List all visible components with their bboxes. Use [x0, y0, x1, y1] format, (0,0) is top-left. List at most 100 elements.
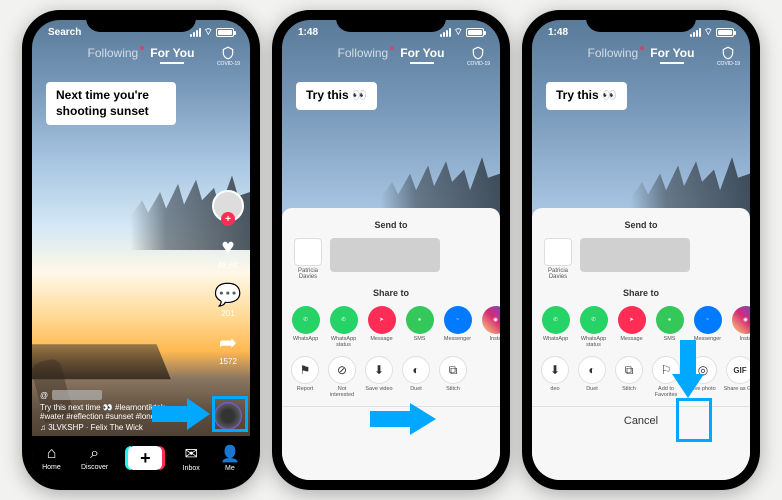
signal-icon [440, 28, 451, 37]
share-message[interactable]: ➤Message [364, 306, 399, 348]
share-whatsapp-status[interactable]: ✆WhatsApp status [576, 306, 611, 348]
phone-frame-3: 1:48 ⌔ Following For You COVID-19 Try th… [522, 10, 760, 490]
share-sheet: Send to Patricia Davies Share to ✆WhatsA… [282, 208, 500, 480]
share-icon: ➦ [219, 330, 237, 356]
video-screen[interactable]: 1:48 ⌔ Following For You COVID-19 Try th… [282, 20, 500, 480]
stitch-icon: ⧉ [615, 356, 643, 384]
whatsapp-icon: ✆ [292, 306, 320, 334]
phone-frame-2: 1:48 ⌔ Following For You COVID-19 Try th… [272, 10, 510, 490]
time: 1:48 [548, 27, 568, 38]
share-message[interactable]: ➤Message [614, 306, 649, 348]
save video-icon: ⬇ [365, 356, 393, 384]
share-whatsapp[interactable]: ✆WhatsApp [288, 306, 323, 348]
message-icon: ➤ [618, 306, 646, 334]
action-deo[interactable]: ⬇deo [538, 356, 572, 398]
report-icon: ⚑ [291, 356, 319, 384]
nav-home[interactable]: ⌂Home [42, 445, 61, 471]
share-messenger[interactable]: ~Messenger [440, 306, 475, 348]
share-insta[interactable]: ◉Insta [478, 306, 500, 348]
comment-button[interactable]: 💬201 [214, 282, 241, 318]
covid-badge[interactable]: COVID-19 [717, 46, 740, 67]
share-button[interactable]: ➦1572 [219, 330, 237, 366]
like-button[interactable]: ♥48,6K [218, 234, 239, 270]
share-whatsapp[interactable]: ✆WhatsApp [538, 306, 573, 348]
livephoto-highlight-box [676, 398, 712, 442]
caption-overlay: Try this 👀 [296, 82, 377, 110]
back-search[interactable]: Search [48, 27, 81, 38]
username-blur [52, 390, 102, 400]
time: 1:48 [298, 27, 318, 38]
contacts-blur [580, 238, 690, 272]
insta-icon: ◉ [732, 306, 751, 334]
action-report[interactable]: ⚑Report [288, 356, 322, 398]
message-icon: ➤ [368, 306, 396, 334]
at-sign: @ [40, 391, 48, 400]
contact-item[interactable]: Patricia Davies [542, 238, 574, 280]
arrow-annotation-3 [670, 340, 706, 400]
share-apps-row: ✆WhatsApp✆WhatsApp status➤Message●SMS~Me… [282, 302, 500, 352]
wifi-icon: ⌔ [204, 26, 213, 39]
contact-avatar [544, 238, 572, 266]
nav-discover[interactable]: ⌕Discover [81, 445, 108, 471]
not interested-icon: ⊘ [328, 356, 356, 384]
tab-following[interactable]: Following [588, 46, 639, 60]
video-screen[interactable]: Search ⌔ Following For You COVID-19 Next… [32, 20, 250, 480]
create-button[interactable]: + [128, 446, 162, 470]
battery-icon [716, 28, 734, 37]
tab-foryou[interactable]: For You [650, 46, 694, 60]
bottom-nav: ⌂Home ⌕Discover + ✉Inbox 👤Me [32, 436, 250, 480]
action-save-video[interactable]: ⬇Save video [362, 356, 396, 398]
action-stitch[interactable]: ⧉Stitch [612, 356, 646, 398]
share-insta[interactable]: ◉Insta [728, 306, 750, 348]
arrow-annotation-2 [370, 402, 438, 436]
send-to-title: Send to [532, 220, 750, 230]
action-not-interested[interactable]: ⊘Not interested [325, 356, 359, 398]
heart-icon: ♥ [218, 234, 239, 260]
profile-icon: 👤 [220, 444, 240, 464]
tab-following[interactable]: Following [88, 46, 139, 60]
wifi-icon: ⌔ [704, 26, 713, 39]
actions-row: ⚑Report⊘Not interested⬇Save video◐Duet⧉S… [282, 352, 500, 402]
whatsapp-icon: ✆ [542, 306, 570, 334]
duet-icon: ◐ [578, 356, 606, 384]
action-stitch[interactable]: ⧉Stitch [436, 356, 470, 398]
share-whatsapp-status[interactable]: ✆WhatsApp status [326, 306, 361, 348]
comment-icon: 💬 [214, 282, 241, 308]
signal-icon [690, 28, 701, 37]
home-icon: ⌂ [42, 445, 61, 463]
video-screen[interactable]: 1:48 ⌔ Following For You COVID-19 Try th… [532, 20, 750, 480]
actions-row: ⬇deo◐Duet⧉Stitch⚐Add to Favorites◎Live p… [532, 352, 750, 402]
contact-item[interactable]: Patricia Davies [292, 238, 324, 280]
sms-icon: ● [656, 306, 684, 334]
creator-avatar[interactable] [212, 190, 244, 222]
tab-foryou[interactable]: For You [150, 46, 194, 60]
send-to-title: Send to [282, 220, 500, 230]
messenger-icon: ~ [444, 306, 472, 334]
share-to-title: Share to [532, 288, 750, 298]
share-sheet: Send to Patricia Davies Share to ✆WhatsA… [532, 208, 750, 480]
phone-frame-1: Search ⌔ Following For You COVID-19 Next… [22, 10, 260, 490]
action-duet[interactable]: ◐Duet [399, 356, 433, 398]
tab-following[interactable]: Following [338, 46, 389, 60]
notch [336, 10, 446, 32]
duet-icon: ◐ [402, 356, 430, 384]
whatsapp status-icon: ✆ [580, 306, 608, 334]
action-duet[interactable]: ◐Duet [575, 356, 609, 398]
tab-foryou[interactable]: For You [400, 46, 444, 60]
contacts-row: Patricia Davies [282, 234, 500, 284]
action-share-as-gif[interactable]: GIFShare as GIF [723, 356, 750, 398]
covid-badge[interactable]: COVID-19 [467, 46, 490, 67]
nav-me[interactable]: 👤Me [220, 444, 240, 472]
notch [86, 10, 196, 32]
share-sms[interactable]: ●SMS [402, 306, 437, 348]
whatsapp status-icon: ✆ [330, 306, 358, 334]
arrow-annotation-1 [152, 396, 212, 432]
signal-icon [190, 28, 201, 37]
caption-overlay: Try this 👀 [546, 82, 627, 110]
cancel-button[interactable]: Cancel [532, 406, 750, 431]
covid-badge[interactable]: COVID-19 [217, 46, 240, 67]
battery-icon [216, 28, 234, 37]
nav-inbox[interactable]: ✉Inbox [183, 444, 200, 472]
deo-icon: ⬇ [541, 356, 569, 384]
share as gif-icon: GIF [726, 356, 750, 384]
